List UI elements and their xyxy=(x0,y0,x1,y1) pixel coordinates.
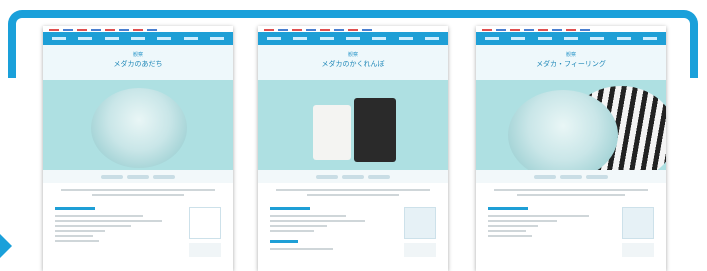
page-title: メダカのかくれんぼ xyxy=(321,60,385,68)
nav-bar xyxy=(258,32,448,45)
content-section xyxy=(258,199,448,257)
page-thumbnail-3[interactable]: 観察 メダカ・フィーリング xyxy=(476,26,666,271)
hero-photo xyxy=(43,80,233,170)
photo-caption-strip xyxy=(476,170,666,183)
page-thumbnail-2[interactable]: 観察 メダカのかくれんぼ xyxy=(258,26,448,271)
black-container-image xyxy=(354,98,396,162)
page-kicker: 観察 xyxy=(565,52,576,58)
hero-photo xyxy=(476,80,666,170)
page-title: メダカのあだち xyxy=(113,60,163,68)
photo-caption-strip xyxy=(258,170,448,183)
nav-bar xyxy=(476,32,666,45)
content-section xyxy=(43,199,233,257)
lead-text xyxy=(276,189,430,196)
nav-bar xyxy=(43,32,233,45)
page-title: メダカ・フィーリング xyxy=(536,60,606,68)
hero-photo xyxy=(258,80,448,170)
page-kicker: 観察 xyxy=(347,52,358,58)
bowl-image xyxy=(508,90,618,170)
page-header: 観察 メダカ・フィーリング xyxy=(476,45,666,80)
page-thumbnail-1[interactable]: 観察 メダカのあだち xyxy=(43,26,233,271)
page-header: 観察 メダカのあだち xyxy=(43,45,233,80)
page-kicker: 観察 xyxy=(132,52,143,58)
arrow-icon xyxy=(0,234,12,258)
lead-text xyxy=(494,189,648,196)
bowl-image xyxy=(91,88,187,168)
photo-caption-strip xyxy=(43,170,233,183)
content-section xyxy=(476,199,666,257)
white-container-image xyxy=(313,105,351,160)
lead-text xyxy=(61,189,215,196)
page-header: 観察 メダカのかくれんぼ xyxy=(258,45,448,80)
